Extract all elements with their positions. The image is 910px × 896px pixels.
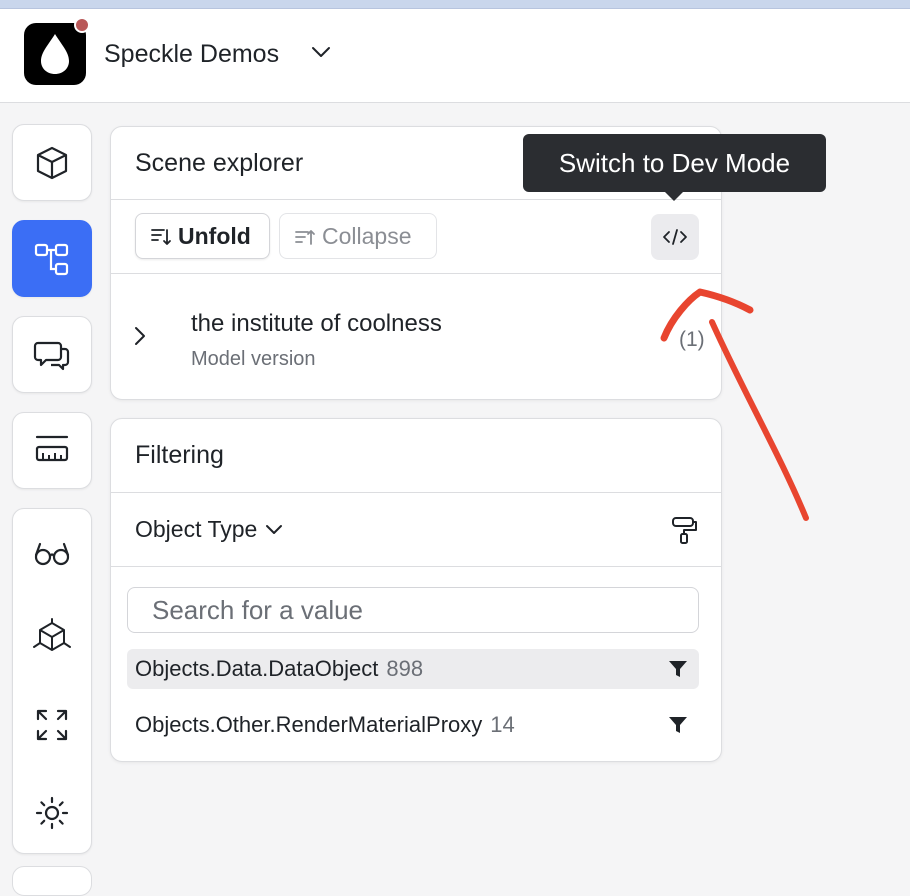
rail-extra-button[interactable] — [12, 866, 92, 896]
model-subtitle: Model version — [191, 348, 316, 370]
fullscreen-icon — [36, 709, 68, 741]
sun-icon — [35, 796, 69, 830]
filter-funnel-icon[interactable] — [667, 658, 689, 680]
collapse-label: Collapse — [322, 222, 412, 249]
zoom-extents-button[interactable] — [13, 695, 91, 755]
chevron-right-icon[interactable] — [133, 325, 147, 347]
tooltip-arrow — [664, 191, 684, 201]
notification-dot — [74, 17, 90, 33]
paint-roller-icon[interactable] — [669, 515, 699, 545]
chevron-down-icon — [266, 524, 283, 534]
filter-row-label: Objects.Data.DataObject — [135, 656, 379, 681]
measure-icon — [35, 435, 69, 461]
search-input[interactable] — [127, 587, 699, 633]
unfold-label: Unfold — [178, 222, 251, 249]
filtering-panel: Filtering Object Type Objects.Data.DataO… — [110, 418, 722, 762]
viewer-tools-group — [12, 508, 92, 854]
divider — [111, 199, 721, 200]
window-top-strip — [0, 0, 910, 9]
speckle-drop-icon — [41, 34, 69, 74]
comments-icon — [33, 341, 70, 370]
section-box-icon — [33, 618, 71, 651]
filter-row-count: 14 — [490, 712, 515, 737]
model-count: (1) — [679, 328, 705, 351]
dev-mode-tooltip: Switch to Dev Mode — [523, 134, 826, 192]
model-name[interactable]: the institute of coolness — [191, 310, 442, 338]
scene-explorer-button[interactable] — [12, 220, 92, 297]
unfold-icon — [151, 229, 171, 245]
property-select[interactable]: Object Type — [135, 516, 283, 543]
chevron-down-icon[interactable] — [310, 45, 332, 59]
code-icon — [663, 229, 687, 245]
filter-row-selected[interactable]: Objects.Data.DataObject 898 — [127, 649, 699, 689]
divider — [111, 492, 721, 493]
glasses-icon — [34, 542, 70, 566]
divider — [111, 566, 721, 567]
dev-mode-button[interactable] — [651, 214, 699, 260]
filter-row-count: 898 — [386, 656, 424, 681]
property-label: Object Type — [135, 516, 258, 542]
scene-explorer-title: Scene explorer — [135, 149, 304, 177]
app-header: Speckle Demos — [0, 9, 910, 103]
filter-funnel-icon[interactable] — [667, 714, 689, 736]
section-box-button[interactable] — [13, 607, 91, 667]
scene-tree-icon — [34, 243, 69, 275]
collapse-icon — [295, 230, 315, 245]
measure-button[interactable] — [12, 412, 92, 489]
unfold-button[interactable]: Unfold — [135, 213, 270, 259]
light-controls-button[interactable] — [13, 783, 91, 843]
divider — [111, 273, 721, 274]
view-modes-button[interactable] — [13, 523, 91, 583]
workspace-name[interactable]: Speckle Demos — [104, 40, 279, 69]
speckle-logo[interactable] — [24, 23, 86, 85]
models-button[interactable] — [12, 124, 92, 201]
filtering-title: Filtering — [135, 441, 224, 469]
filter-row[interactable]: Objects.Other.RenderMaterialProxy 14 — [127, 705, 699, 745]
collapse-button[interactable]: Collapse — [279, 213, 437, 259]
discussions-button[interactable] — [12, 316, 92, 393]
cube-icon — [36, 146, 68, 179]
filter-row-label: Objects.Other.RenderMaterialProxy — [135, 712, 483, 737]
